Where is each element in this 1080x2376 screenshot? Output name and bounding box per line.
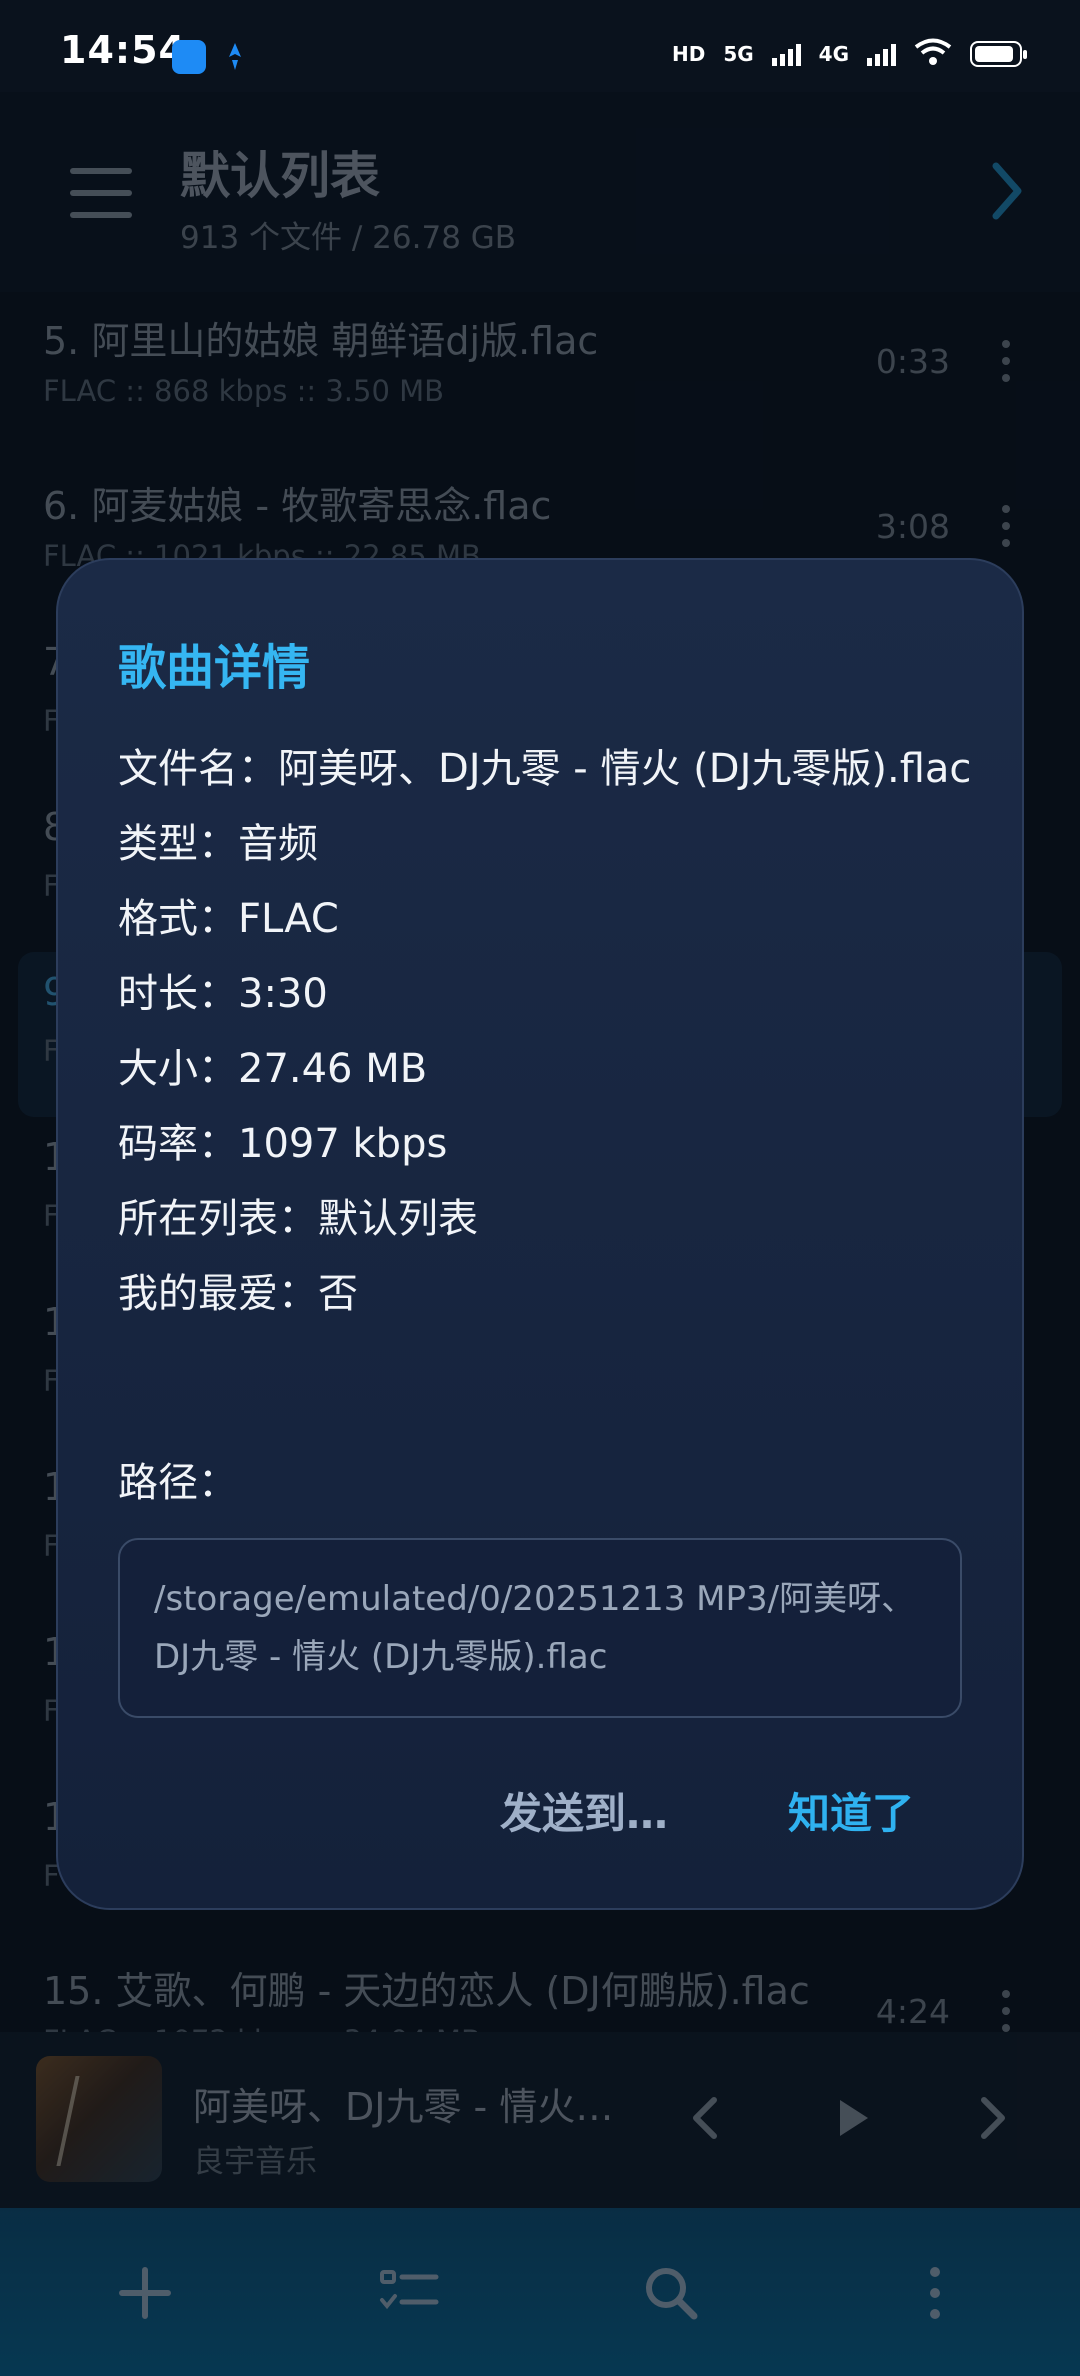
- app-notification-icon: [172, 40, 206, 74]
- detail-type: 类型：音频: [118, 821, 318, 867]
- ok-button[interactable]: 知道了: [788, 1780, 914, 1841]
- status-time: 14:54: [60, 28, 186, 72]
- detail-duration: 时长：3:30: [118, 971, 328, 1017]
- network-5g-label: 5G: [723, 42, 754, 66]
- signal-5g-icon: [771, 42, 801, 66]
- detail-filename: 文件名：阿美呀、DJ九零 - 情火 (DJ九零版).flac: [118, 746, 972, 792]
- path-label: 路径：: [118, 1460, 238, 1506]
- detail-favorite: 我的最爱：否: [118, 1271, 358, 1317]
- detail-playlist: 所在列表：默认列表: [118, 1196, 478, 1242]
- detail-format: 格式：FLAC: [118, 896, 339, 942]
- signal-4g-icon: [867, 42, 896, 66]
- dialog-details: 文件名：阿美呀、DJ九零 - 情火 (DJ九零版).flac 类型：音频 格式：…: [118, 732, 978, 1332]
- path-field[interactable]: /storage/emulated/0/20251213 MP3/阿美呀、DJ九…: [118, 1538, 962, 1718]
- send-to-button[interactable]: 发送到…: [500, 1780, 668, 1841]
- status-bar: 14:54 HD 5G 4G: [0, 0, 1080, 92]
- dialog-title: 歌曲详情: [118, 640, 311, 696]
- song-details-dialog: 歌曲详情 文件名：阿美呀、DJ九零 - 情火 (DJ九零版).flac 类型：音…: [56, 558, 1024, 1910]
- rocket-icon: [218, 40, 252, 74]
- wifi-icon: [914, 38, 952, 70]
- hd-badge: HD: [671, 42, 706, 66]
- status-indicators: HD 5G 4G: [671, 38, 1027, 70]
- network-4g-label: 4G: [818, 42, 849, 66]
- battery-icon: [970, 41, 1027, 67]
- detail-size: 大小：27.46 MB: [118, 1046, 428, 1092]
- detail-bitrate: 码率：1097 kbps: [118, 1121, 448, 1167]
